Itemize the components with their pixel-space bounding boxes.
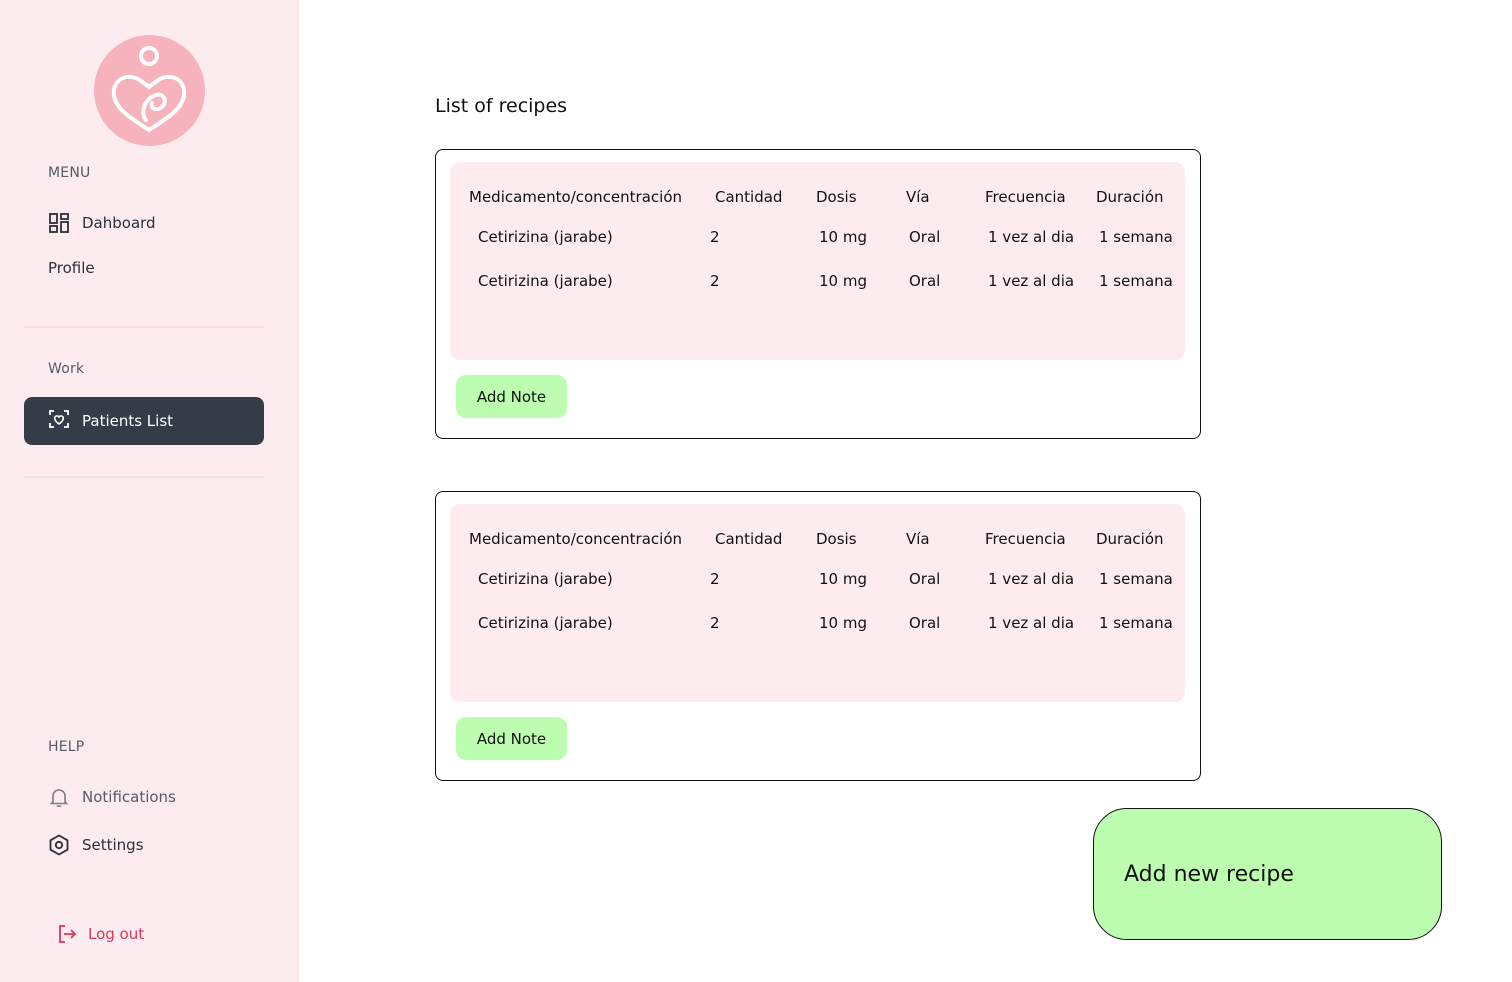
table-cell: Cetirizina (jarabe)	[478, 570, 613, 588]
table-cell: 2	[710, 272, 720, 290]
patient-scan-icon	[48, 408, 70, 434]
column-header-cantidad: Cantidad	[715, 188, 783, 206]
help-section-label: HELP	[48, 739, 85, 755]
page-title: List of recipes	[435, 95, 568, 117]
column-header-cantidad: Cantidad	[715, 530, 783, 548]
sidebar-item-notifications[interactable]: Notifications	[48, 786, 176, 808]
dashboard-icon	[48, 212, 70, 234]
sidebar-item-label: Profile	[48, 259, 95, 277]
recipe-table: Medicamento/concentración Cantidad Dosis…	[450, 162, 1185, 360]
logout-icon	[56, 923, 78, 945]
table-cell: 10 mg	[819, 614, 867, 632]
column-header-medicamento: Medicamento/concentración	[469, 188, 683, 206]
sidebar: MENU Dahboard Profile Work Patients List…	[0, 0, 299, 982]
table-cell: 1 vez al dia	[988, 614, 1075, 632]
column-header-frecuencia: Frecuencia	[985, 530, 1066, 548]
recipe-card: Medicamento/concentración Cantidad Dosis…	[435, 491, 1201, 781]
table-cell: Oral	[909, 570, 941, 588]
sidebar-item-patients-list[interactable]: Patients List	[24, 397, 264, 445]
table-cell: 2	[710, 228, 720, 246]
settings-hexagon-icon	[48, 834, 70, 856]
table-cell: 1 vez al dia	[988, 272, 1075, 290]
mother-baby-logo-icon[interactable]	[94, 35, 205, 146]
add-new-recipe-button[interactable]: Add new recipe	[1093, 808, 1442, 940]
sidebar-item-settings[interactable]: Settings	[48, 834, 144, 856]
table-cell: 1 semana	[1099, 570, 1173, 588]
column-header-medicamento: Medicamento/concentración	[469, 530, 683, 548]
add-note-button[interactable]: Add Note	[456, 717, 567, 760]
column-header-frecuencia: Frecuencia	[985, 188, 1066, 206]
work-section-label: Work	[48, 361, 85, 377]
column-header-dosis: Dosis	[816, 530, 857, 548]
sidebar-item-dashboard[interactable]: Dahboard	[48, 212, 156, 234]
column-header-duracion: Duración	[1096, 188, 1164, 206]
recipe-card: Medicamento/concentración Cantidad Dosis…	[435, 149, 1201, 439]
table-cell: 1 semana	[1099, 228, 1173, 246]
table-cell: 1 semana	[1099, 272, 1173, 290]
column-header-via: Vía	[906, 530, 930, 548]
sidebar-item-label: Settings	[82, 836, 144, 854]
table-cell: Oral	[909, 228, 941, 246]
table-cell: 1 vez al dia	[988, 228, 1075, 246]
column-header-duracion: Duración	[1096, 530, 1164, 548]
table-cell: 2	[710, 614, 720, 632]
table-cell: 10 mg	[819, 570, 867, 588]
sidebar-divider	[24, 326, 264, 328]
sidebar-divider	[24, 476, 264, 478]
table-cell: 10 mg	[819, 272, 867, 290]
sidebar-item-label: Notifications	[82, 788, 176, 806]
logout-label: Log out	[88, 925, 145, 943]
recipe-table: Medicamento/concentración Cantidad Dosis…	[450, 504, 1185, 702]
table-cell: 1 semana	[1099, 614, 1173, 632]
sidebar-item-label: Dahboard	[82, 214, 156, 232]
table-cell: Oral	[909, 614, 941, 632]
table-cell: Cetirizina (jarabe)	[478, 228, 613, 246]
add-note-button[interactable]: Add Note	[456, 375, 567, 418]
table-cell: 1 vez al dia	[988, 570, 1075, 588]
table-cell: 2	[710, 570, 720, 588]
column-header-via: Vía	[906, 188, 930, 206]
table-cell: Cetirizina (jarabe)	[478, 272, 613, 290]
table-cell: Oral	[909, 272, 941, 290]
table-cell: 10 mg	[819, 228, 867, 246]
table-cell: Cetirizina (jarabe)	[478, 614, 613, 632]
menu-section-label: MENU	[48, 165, 91, 181]
sidebar-item-profile[interactable]: Profile	[48, 259, 95, 277]
column-header-dosis: Dosis	[816, 188, 857, 206]
bell-icon	[48, 786, 70, 808]
logout-button[interactable]: Log out	[56, 923, 144, 945]
sidebar-item-label: Patients List	[82, 412, 174, 430]
